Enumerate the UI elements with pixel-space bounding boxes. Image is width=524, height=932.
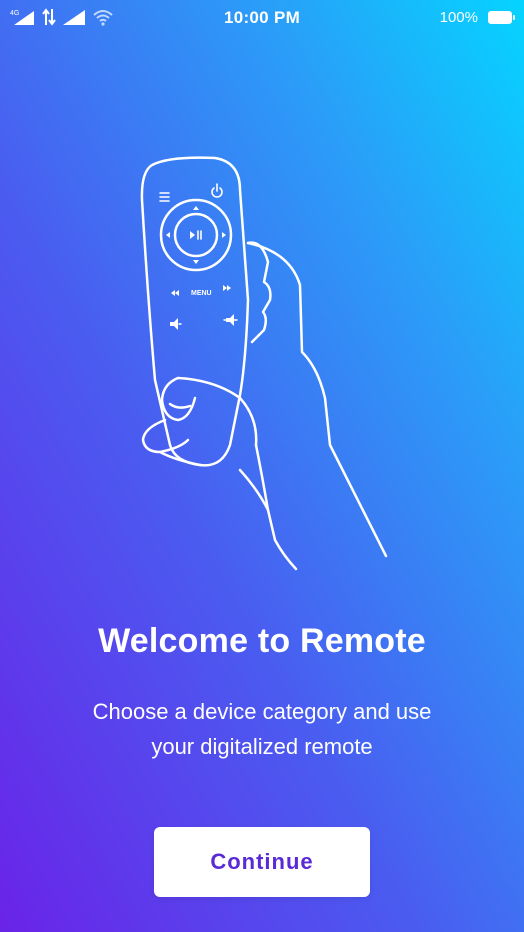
- battery-percentage: 100%: [439, 9, 478, 26]
- continue-button[interactable]: Continue: [154, 827, 370, 897]
- hand-holding-remote-illustration: MENU: [130, 150, 400, 580]
- status-bar: 4G 10:00 PM 100%: [0, 0, 524, 34]
- subtitle-line-1: Choose a device category and use: [92, 699, 432, 724]
- status-icons-right: 100%: [439, 9, 515, 26]
- battery-icon: [488, 11, 515, 24]
- list-icon: [159, 192, 170, 202]
- subtitle-line-2: your digitalized remote: [151, 734, 373, 759]
- svg-text:MENU: MENU: [191, 290, 212, 297]
- welcome-title: Welcome to Remote: [98, 622, 426, 660]
- welcome-subtitle: Choose a device category and use your di…: [60, 694, 464, 764]
- power-icon: [211, 183, 223, 198]
